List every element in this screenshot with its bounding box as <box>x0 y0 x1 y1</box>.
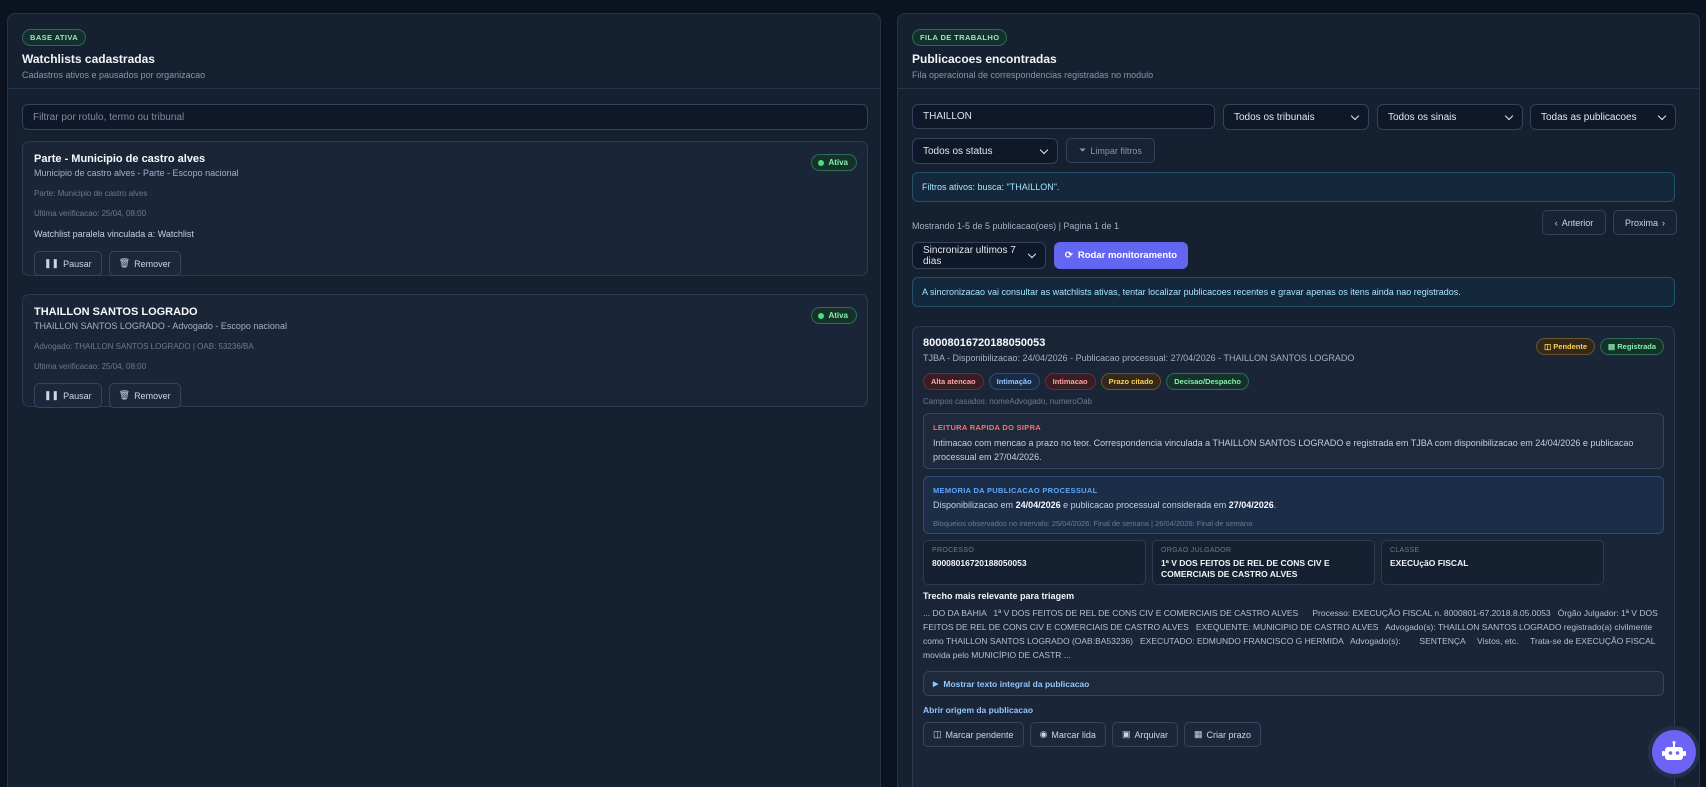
status-badge: Ativa <box>811 154 857 171</box>
create-deadline-button[interactable]: ▦ Criar prazo <box>1183 722 1261 747</box>
publication-details: TJBA - Disponibilizacao: 24/04/2026 - Pu… <box>923 353 1355 363</box>
publications-title: Publicacoes encontradas <box>912 52 1057 66</box>
publication-type-select[interactable]: Todas as publicacoes <box>1530 104 1676 130</box>
trash-icon: 🗑 <box>118 390 131 400</box>
memory-box: MEMORIA DA PUBLICACAO PROCESSUAL Disponi… <box>923 476 1664 534</box>
classe-value: EXECUçãO FISCAL <box>1390 558 1469 568</box>
watchlist-subtitle: THAILLON SANTOS LOGRADO - Advogado - Esc… <box>34 321 287 331</box>
publications-header: FILA DE TRABALHO Publicacoes encontradas… <box>898 14 1699 89</box>
publication-card: 80008016720188050053 TJBA - Disponibiliz… <box>912 326 1675 787</box>
status-badge: Ativa <box>811 307 857 324</box>
watchlist-verified: Ultima verificacao: 25/04, 08:00 <box>34 362 147 371</box>
next-page-button[interactable]: Proxima › <box>1613 210 1677 235</box>
watchlist-verified: Ultima verificacao: 25/04, 08:00 <box>34 209 147 218</box>
registered-badge: ▤ Registrada <box>1600 338 1664 355</box>
pending-badge: ◫ Pendente <box>1536 338 1596 355</box>
watchlist-subtitle: Municipio de castro alves - Parte - Esco… <box>34 168 239 178</box>
robot-icon <box>1662 741 1686 760</box>
sync-info: A sincronizacao vai consultar as watchli… <box>912 277 1675 307</box>
calendar-icon: ▦ <box>1193 729 1203 739</box>
archive-button[interactable]: ▣ Arquivar <box>1111 722 1178 747</box>
remove-button[interactable]: 🗑 Remover <box>108 251 181 276</box>
sync-period-select[interactable]: Sincronizar ultimos 7 dias <box>912 242 1046 269</box>
excerpt-title: Trecho mais relevante para triagem <box>923 591 1075 601</box>
chevron-down-icon <box>1350 111 1360 120</box>
matched-fields: Campos casados: nomeAdvogado, numeroOab <box>923 397 1092 406</box>
fila-trabalho-badge: FILA DE TRABALHO <box>912 29 1008 46</box>
watchlist-title: Parte - Municipio de castro alves <box>34 153 206 165</box>
refresh-icon: ⟳ <box>1064 250 1073 261</box>
signal-select[interactable]: Todos os sinais <box>1377 104 1523 130</box>
watchlist-meta: Parte: Municipio de castro alves <box>34 189 148 198</box>
watchlist-title: THAILLON SANTOS LOGRADO <box>34 306 198 318</box>
trash-icon: 🗑 <box>118 258 131 268</box>
active-filters-info: Filtros ativos: busca: "THAILLON". <box>912 172 1675 202</box>
memory-text: Disponibilizacao em 24/04/2026 e publica… <box>933 500 1277 510</box>
pause-icon: ❚❚ <box>44 390 60 400</box>
tribunal-select[interactable]: Todos os tribunais <box>1223 104 1369 130</box>
chevron-left-icon: ‹ <box>1554 217 1558 228</box>
publications-subtitle: Fila operacional de correspondencias reg… <box>912 70 1154 80</box>
excerpt-text: ... DO DA BAHIA 1ª V DOS FEITOS DE REL D… <box>923 608 1661 661</box>
orgao-box: ORGAO JULGADOR 1ª V DOS FEITOS DE REL DE… <box>1152 540 1375 585</box>
inbox-icon: ◫ <box>933 729 942 739</box>
open-origin-link[interactable]: Abrir origem da publicacao <box>923 705 1033 715</box>
filter-clear-icon: ⏷ <box>1079 145 1087 155</box>
tag-intimacao: Intimação <box>988 373 1040 390</box>
publication-number: 80008016720188050053 <box>923 337 1046 349</box>
clear-filters-button[interactable]: ⏷ Limpar filtros <box>1066 138 1155 163</box>
pause-icon: ❚❚ <box>44 258 60 268</box>
watchlists-title: Watchlists cadastradas <box>22 52 155 66</box>
watchlist-card: THAILLON SANTOS LOGRADO THAILLON SANTOS … <box>22 294 868 408</box>
previous-page-button[interactable]: ‹ Anterior <box>1542 210 1606 235</box>
processo-box: PROCESSO 80008016720188050053 <box>923 540 1146 585</box>
tag-intimacao-alt: Intimacao <box>1044 373 1096 390</box>
status-dot-icon <box>818 159 825 166</box>
base-ativa-badge: BASE ATIVA <box>22 29 87 46</box>
status-dot-icon <box>818 312 825 319</box>
quick-read-title: LEITURA RAPIDA DO SIPRA <box>933 423 1042 432</box>
publication-actions: ◫ Marcar pendente ◉ Marcar lida ▣ Arquivar … <box>923 722 1261 747</box>
pagination-summary: Mostrando 1-5 de 5 publicacao(oes) | Pag… <box>912 221 1119 231</box>
watchlists-subtitle: Cadastros ativos e pausados por organiza… <box>22 70 206 80</box>
chevron-down-icon <box>1039 145 1049 154</box>
quick-read-box: LEITURA RAPIDA DO SIPRA Intimacao com me… <box>923 413 1664 469</box>
watchlists-panel: BASE ATIVA Watchlists cadastradas Cadast… <box>7 13 881 787</box>
caret-right-icon: ▶ <box>933 680 939 688</box>
watchlist-filter-input[interactable] <box>22 104 868 130</box>
show-full-text-toggle[interactable]: ▶ Mostrar texto integral da publicacao <box>923 671 1664 696</box>
search-input[interactable] <box>912 104 1215 129</box>
status-select[interactable]: Todos os status <box>912 138 1058 164</box>
inbox-icon: ◫ <box>1544 342 1552 351</box>
processo-value: 80008016720188050053 <box>932 558 1027 568</box>
pause-button[interactable]: ❚❚ Pausar <box>34 251 102 276</box>
watchlist-card: Parte - Municipio de castro alves Munici… <box>22 141 868 276</box>
orgao-value: 1ª V DOS FEITOS DE REL DE CONS CIV E COM… <box>1161 558 1330 579</box>
mark-read-button[interactable]: ◉ Marcar lida <box>1029 722 1106 747</box>
mark-pending-button[interactable]: ◫ Marcar pendente <box>923 722 1024 747</box>
memory-blocks: Bloqueios observados no intervalo: 25/04… <box>933 519 1253 528</box>
tag-decisao-despacho: Decisao/Despacho <box>1166 373 1249 390</box>
eye-icon: ◉ <box>1039 729 1048 739</box>
pause-button[interactable]: ❚❚ Pausar <box>34 383 102 408</box>
archive-icon: ▣ <box>1121 729 1131 739</box>
remove-button[interactable]: 🗑 Remover <box>108 383 181 408</box>
memory-title: MEMORIA DA PUBLICACAO PROCESSUAL <box>933 486 1098 495</box>
quick-read-text: Intimacao com mencao a prazo no teor. Co… <box>933 438 1634 462</box>
chevron-down-icon <box>1504 111 1514 120</box>
classe-box: CLASSE EXECUçãO FISCAL <box>1381 540 1604 585</box>
chevron-right-icon: › <box>1662 217 1665 228</box>
assistant-bot-button[interactable] <box>1652 730 1696 774</box>
run-monitoring-button[interactable]: ⟳ Rodar monitoramento <box>1054 242 1188 269</box>
watchlists-header: BASE ATIVA Watchlists cadastradas Cadast… <box>8 14 880 89</box>
chevron-down-icon <box>1657 111 1667 120</box>
watchlist-meta: Advogado: THAILLON SANTOS LOGRADO | OAB:… <box>34 342 254 351</box>
publications-panel: FILA DE TRABALHO Publicacoes encontradas… <box>897 13 1700 787</box>
signal-tags: Alta atencao Intimação Intimacao Prazo cita… <box>923 371 1254 390</box>
watchlist-note: Watchlist paralela vinculada a: Watchlis… <box>34 229 194 239</box>
book-icon: ▤ <box>1608 342 1616 351</box>
tag-alta-atencao: Alta atencao <box>923 373 984 390</box>
tag-prazo-citado: Prazo citado <box>1100 373 1162 390</box>
